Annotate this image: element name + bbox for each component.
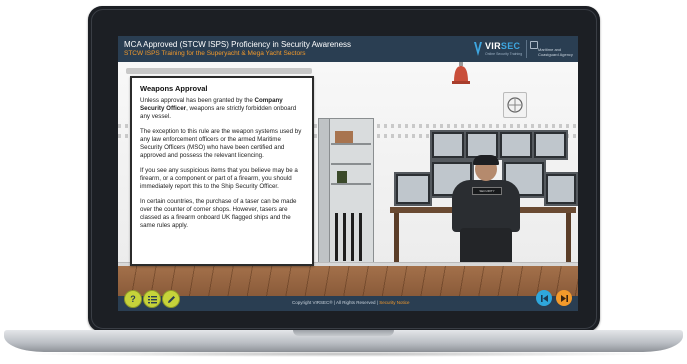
rifle xyxy=(343,213,346,261)
virsec-wordmark: VIRSEC xyxy=(485,41,520,51)
cabinet-shelf xyxy=(331,163,371,165)
board-roller xyxy=(126,68,312,74)
gun-cabinet-door xyxy=(319,119,330,269)
office-chair xyxy=(460,228,512,266)
ammo-box xyxy=(335,131,353,143)
course-screen: MCA Approved (STCW ISPS) Proficiency in … xyxy=(118,36,578,311)
cctv-monitor xyxy=(430,130,466,160)
rifle xyxy=(351,213,354,261)
cabinet-shelf xyxy=(331,143,371,145)
alarm-bell-icon xyxy=(452,62,470,84)
skip-forward-icon xyxy=(560,294,568,302)
security-notice-link[interactable]: Security Notice xyxy=(379,300,409,305)
gun-cabinet xyxy=(318,118,374,270)
previous-button[interactable] xyxy=(536,290,552,306)
security-badge: SECURITY xyxy=(472,187,502,195)
crest-icon xyxy=(530,41,538,49)
cctv-monitor xyxy=(532,130,568,160)
notes-button[interactable] xyxy=(162,290,180,308)
alarm-panel xyxy=(503,92,527,118)
lesson-paragraph: In certain countries, the purchase of a … xyxy=(140,198,297,229)
virsec-logo: VIRSEC Online Security Training xyxy=(474,40,522,58)
virsec-wordmark-vir: VIR xyxy=(485,41,501,51)
ammo-box xyxy=(337,171,347,183)
desk-leg xyxy=(566,213,571,266)
cctv-monitor xyxy=(394,172,432,206)
rifle xyxy=(359,213,362,261)
lesson-paragraph: The exception to this rule are the weapo… xyxy=(140,128,302,159)
info-board: Weapons Approval Unless approval has bee… xyxy=(130,76,314,266)
mca-logo: Maritime and Coastguard Agency xyxy=(526,40,577,58)
help-button[interactable]: ? xyxy=(124,290,142,308)
lesson-text: Unless approval has been granted by the … xyxy=(140,97,304,237)
mca-name-line2: Coastguard Agency xyxy=(538,52,573,57)
fan-icon xyxy=(507,97,523,113)
lesson-paragraph: If you see any suspicious items that you… xyxy=(140,167,298,190)
copyright-label: Copyright VIRSEC® | All Rights Reserved … xyxy=(292,300,380,305)
desk-leg xyxy=(394,213,399,266)
course-subtitle: STCW ISPS Training for the Superyacht & … xyxy=(124,50,306,57)
virsec-mark-icon xyxy=(474,42,482,56)
lesson-text-fragment: Unless approval has been granted by the xyxy=(140,97,255,104)
lesson-heading: Weapons Approval xyxy=(140,84,208,93)
cabinet-shelf xyxy=(331,183,371,185)
copyright-text: Copyright VIRSEC® | All Rights Reserved … xyxy=(292,300,409,305)
next-button[interactable] xyxy=(556,290,572,306)
lesson-stage: SECURITY Weapons Approval Unless approva… xyxy=(118,62,578,296)
lesson-paragraph: Unless approval has been granted by the … xyxy=(140,97,304,121)
question-icon: ? xyxy=(130,293,136,304)
virsec-tagline: Online Security Training xyxy=(485,52,523,56)
skip-back-icon xyxy=(540,294,548,302)
security-cap xyxy=(473,155,499,165)
laptop-shadow xyxy=(20,351,667,357)
floor-planks xyxy=(118,266,578,296)
course-title: MCA Approved (STCW ISPS) Proficiency in … xyxy=(124,40,352,49)
virsec-wordmark-sec: SEC xyxy=(500,41,521,51)
pencil-icon xyxy=(167,295,175,303)
cctv-monitor xyxy=(498,130,534,160)
menu-button[interactable] xyxy=(143,290,161,308)
rifle xyxy=(335,213,338,261)
course-header: MCA Approved (STCW ISPS) Proficiency in … xyxy=(118,36,578,62)
laptop-notch xyxy=(293,330,394,336)
mca-name: Maritime and Coastguard Agency xyxy=(538,47,578,57)
list-icon xyxy=(147,295,157,303)
cctv-monitor xyxy=(544,172,578,206)
course-footer: ? Copyright VIRSEC® | All Rights Reserve… xyxy=(118,290,578,311)
